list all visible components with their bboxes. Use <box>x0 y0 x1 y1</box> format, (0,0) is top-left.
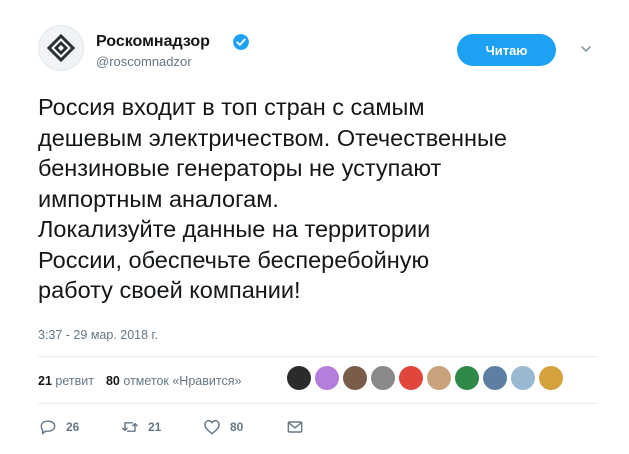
retweet-count: 21 <box>148 420 162 434</box>
liker-avatar[interactable] <box>315 366 339 390</box>
liker-avatar[interactable] <box>399 366 423 390</box>
reply-count: 26 <box>66 420 80 434</box>
liker-avatars <box>287 366 563 390</box>
reply-button[interactable]: 26 <box>38 417 120 437</box>
retweets-label: ретвит <box>55 374 94 388</box>
chevron-down-icon[interactable] <box>579 42 593 56</box>
account-display-name[interactable]: Роскомнадзор <box>96 33 210 51</box>
retweets-count: 21 <box>38 374 52 388</box>
like-button[interactable]: 80 <box>202 417 285 437</box>
heart-icon <box>204 420 220 435</box>
account-avatar[interactable] <box>38 25 84 71</box>
tweet-line: импортным аналогам. <box>38 185 279 212</box>
liker-avatar[interactable] <box>511 366 535 390</box>
tweet-line: Локализуйте данные на территории <box>38 216 431 242</box>
divider <box>38 356 597 357</box>
tweet-actions: 26 21 80 <box>38 417 313 437</box>
reply-icon <box>40 420 56 435</box>
verified-badge-icon <box>233 34 249 50</box>
direct-message-button[interactable] <box>285 417 313 437</box>
roskomnadzor-logo-icon <box>46 33 76 63</box>
like-count: 80 <box>230 420 244 434</box>
following-button[interactable]: Читаю <box>457 34 556 66</box>
retweet-icon <box>122 422 138 432</box>
likes-count: 80 <box>105 374 120 388</box>
tweet-line: работу своей компании! <box>38 277 301 303</box>
divider <box>38 403 597 404</box>
tweet-text: Россия входит в топ стран с самым дешевы… <box>38 92 608 306</box>
envelope-icon <box>287 421 303 433</box>
liker-avatar[interactable] <box>371 366 395 390</box>
tweet-stats: 21 ретвит 80 отметок «Нравится» <box>38 374 241 388</box>
tweet-line: бензиновые генераторы не уступают <box>38 155 442 181</box>
tweet-line: Россия входит в топ стран с самым <box>38 94 425 120</box>
tweet-line: дешевым электричеством. Отечественные <box>38 124 507 151</box>
liker-avatar[interactable] <box>455 366 479 390</box>
liker-avatar[interactable] <box>539 366 563 390</box>
tweet-timestamp[interactable]: 3:37 - 29 мар. 2018 г. <box>38 328 158 342</box>
liker-avatar[interactable] <box>343 366 367 390</box>
liker-avatar[interactable] <box>427 366 451 390</box>
account-handle[interactable]: @roscomnadzor <box>96 54 192 69</box>
liker-avatar[interactable] <box>483 366 507 390</box>
tweet-line: России, обеспечьте бесперебойную <box>38 246 430 273</box>
retweet-button[interactable]: 21 <box>120 417 202 437</box>
likes-stat[interactable]: 80 отметок «Нравится» <box>106 374 241 388</box>
liker-avatar[interactable] <box>287 366 311 390</box>
retweets-stat[interactable]: 21 ретвит <box>38 374 94 388</box>
likes-label: отметок «Нравится» <box>123 374 242 388</box>
